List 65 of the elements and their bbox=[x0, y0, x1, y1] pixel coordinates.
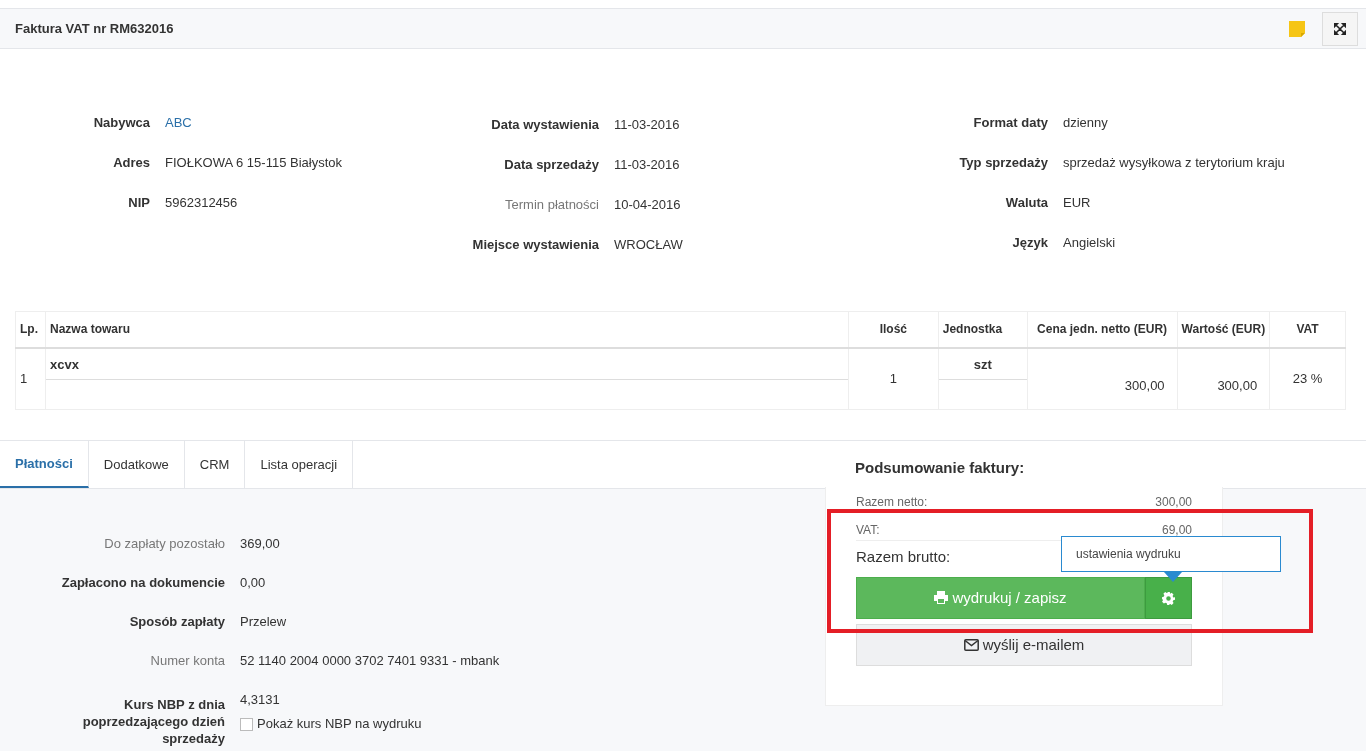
field-value: Przelew bbox=[240, 613, 287, 631]
window-title: Faktura VAT nr RM632016 bbox=[15, 19, 175, 38]
field-label: Termin płatności bbox=[505, 197, 599, 212]
field-value: 11-03-2016 bbox=[614, 116, 680, 134]
summary-value: 300,00 bbox=[1155, 494, 1192, 511]
tooltip-arrow bbox=[1164, 572, 1182, 582]
buyer-link[interactable]: ABC bbox=[165, 113, 192, 153]
field-value: Angielski bbox=[1063, 234, 1116, 252]
field-label: Miejsce wystawienia bbox=[472, 237, 599, 252]
field-label: Waluta bbox=[1005, 195, 1048, 210]
email-button[interactable]: wyślij e-mailem bbox=[856, 624, 1192, 666]
table-cell: 23 % bbox=[1269, 347, 1346, 410]
column-header: Ilość bbox=[848, 311, 939, 348]
field-label: Adres bbox=[113, 155, 150, 170]
tooltip: ustawienia wydruku bbox=[1061, 536, 1281, 572]
tab[interactable]: Płatności bbox=[0, 441, 89, 488]
envelope-icon bbox=[963, 638, 979, 651]
field-label: Do zapłaty pozostało bbox=[103, 535, 226, 553]
checkbox-label: Pokaż kurs NBP na wydruku bbox=[257, 715, 422, 731]
printer-icon bbox=[934, 590, 949, 604]
field-value: 11-03-2016 bbox=[614, 156, 680, 174]
field-value: FIOŁKOWA 6 15-115 Białystok bbox=[165, 154, 343, 172]
field-label: Kurs NBP z dnia poprzedzającego dzień sprzedaży bbox=[81, 696, 226, 747]
field-label: Zapłacono na dokumencie bbox=[60, 574, 226, 592]
column-header: Nazwa towaru bbox=[45, 311, 849, 348]
field-label: Format daty bbox=[973, 115, 1048, 130]
fullscreen-button[interactable] bbox=[1322, 11, 1358, 46]
field-value: 0,00 bbox=[240, 574, 266, 592]
field-label: Typ sprzedaży bbox=[959, 155, 1048, 170]
table-cell: 300,00 bbox=[1027, 347, 1178, 410]
field-value: 4,3131 bbox=[240, 691, 281, 709]
field-value: EUR bbox=[1063, 194, 1091, 212]
field-value: 5962312456 bbox=[165, 194, 238, 212]
print-settings-button[interactable] bbox=[1145, 577, 1192, 619]
checkbox[interactable] bbox=[240, 717, 253, 731]
table-cell: 1 bbox=[848, 347, 939, 410]
field-value: sprzedaż wysyłkowa z terytorium kraju bbox=[1063, 154, 1285, 172]
summary-title: Podsumowanie faktury: bbox=[855, 458, 1025, 478]
summary-label: Razem netto: bbox=[856, 494, 928, 511]
column-header: VAT bbox=[1269, 311, 1346, 348]
field-label: NIP bbox=[128, 195, 150, 210]
table-cell: szt bbox=[938, 348, 1027, 380]
field-label: Język bbox=[1012, 235, 1048, 250]
table-cell: 1 bbox=[15, 347, 46, 410]
table-cell: 300,00 bbox=[1177, 347, 1270, 410]
field-label: Data sprzedaży bbox=[504, 157, 599, 172]
column-header: Wartość (EUR) bbox=[1177, 311, 1270, 348]
summary-label: VAT: bbox=[856, 521, 880, 539]
field-value: 52 1140 2004 0000 3702 7401 9331 - mbank bbox=[240, 652, 500, 670]
total-label: Razem brutto: bbox=[856, 546, 951, 567]
expand-icon bbox=[1334, 22, 1346, 35]
field-label: Data wystawienia bbox=[491, 117, 599, 132]
field-value: dzienny bbox=[1063, 114, 1108, 132]
field-label: Sposób zapłaty bbox=[128, 613, 226, 631]
column-header: Cena jedn. netto (EUR) bbox=[1027, 311, 1178, 348]
table-cell: xcvx bbox=[46, 348, 848, 380]
field-value: 10-04-2016 bbox=[614, 196, 681, 214]
field-value: 369,00 bbox=[240, 535, 280, 553]
column-header: Lp. bbox=[15, 311, 46, 348]
column-header: Jednostka bbox=[938, 311, 1028, 348]
field-label: Nabywca bbox=[93, 115, 150, 130]
field-value: WROCŁAW bbox=[614, 236, 683, 254]
settings-icon bbox=[1162, 591, 1175, 605]
field-label: Numer konta bbox=[149, 652, 226, 670]
summary-value: 69,00 bbox=[1161, 521, 1192, 539]
